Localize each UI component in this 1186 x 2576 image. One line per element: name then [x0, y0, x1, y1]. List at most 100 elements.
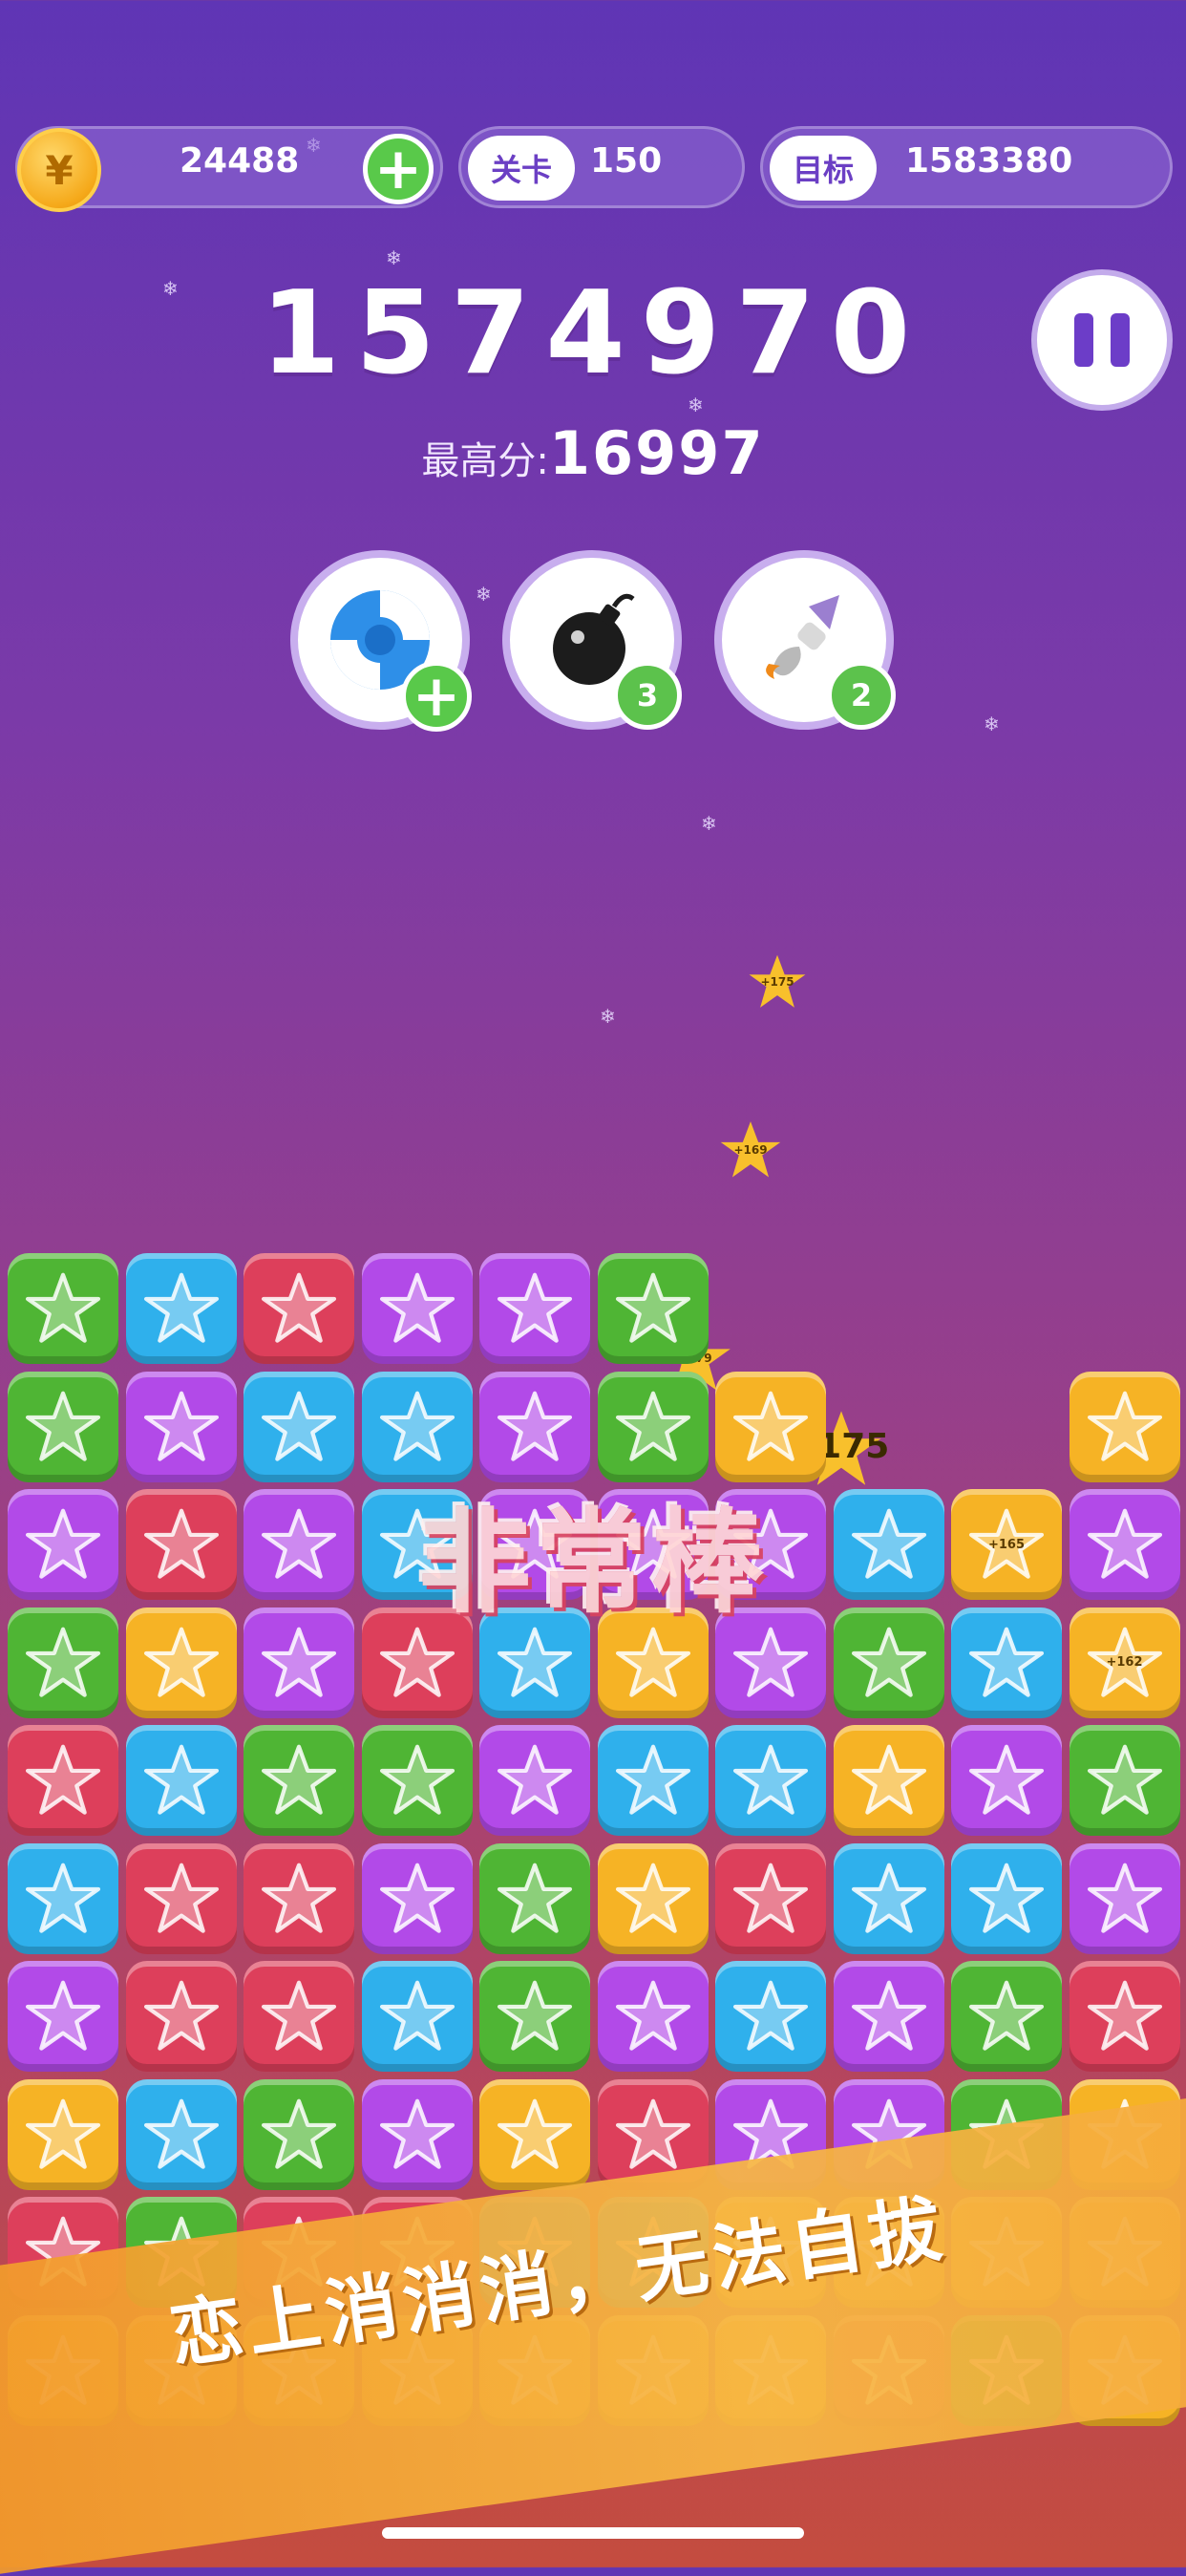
star-icon — [732, 1980, 809, 2051]
star-icon — [143, 1391, 219, 1461]
star-tile-yellow[interactable] — [1069, 1371, 1180, 1482]
star-tile-green[interactable] — [479, 1842, 590, 1954]
star-tile-purple[interactable] — [951, 1725, 1062, 1836]
star-tile-purple[interactable] — [8, 1961, 118, 2072]
floating-score: +175 — [760, 975, 794, 989]
star-tile-yellow[interactable] — [597, 1842, 709, 1954]
star-icon — [851, 1744, 926, 1815]
star-tile-blue[interactable] — [951, 1842, 1062, 1954]
star-tile-blue[interactable] — [597, 1725, 709, 1836]
star-icon — [851, 1980, 926, 2051]
star-icon — [732, 1627, 809, 1697]
add-coins-button[interactable]: + — [363, 134, 434, 204]
star-icon — [497, 2098, 573, 2169]
star-tile-red[interactable] — [715, 1842, 826, 1954]
level-value: 150 — [590, 141, 663, 181]
star-tile-purple[interactable] — [361, 2078, 473, 2190]
star-tile-blue[interactable] — [715, 1725, 826, 1836]
floating-score: +169 — [733, 1143, 768, 1157]
star-icon — [497, 1744, 573, 1815]
coin-symbol: ¥ — [45, 146, 74, 194]
star-tile-purple[interactable] — [479, 1253, 590, 1364]
star-tile-yellow[interactable] — [715, 1371, 826, 1482]
star-tile-green[interactable] — [951, 1961, 1062, 2072]
star-icon — [732, 1744, 809, 1815]
star-tile-purple[interactable] — [125, 1371, 237, 1482]
floating-star: +169 — [718, 1118, 783, 1182]
star-tile-purple[interactable] — [361, 1253, 473, 1364]
star-icon — [25, 1627, 101, 1697]
star-icon — [497, 1863, 573, 1933]
star-tile-green[interactable] — [8, 1371, 118, 1482]
star-tile-blue[interactable] — [833, 1842, 944, 1954]
star-icon — [497, 1627, 573, 1697]
star-tile-purple[interactable] — [1069, 1842, 1180, 1954]
star-tile-red[interactable] — [1069, 1961, 1180, 2072]
star-tile-yellow[interactable] — [479, 2078, 590, 2190]
star-icon — [379, 1744, 455, 1815]
level-label: 关卡 — [468, 136, 575, 201]
star-icon — [143, 1744, 219, 1815]
star-tile-red[interactable] — [125, 1961, 237, 2072]
star-tile-blue[interactable] — [361, 1961, 473, 2072]
star-tile-green[interactable] — [597, 1371, 709, 1482]
star-tile-yellow[interactable] — [833, 1725, 944, 1836]
star-tile-red[interactable] — [244, 1253, 354, 1364]
star-icon — [615, 1272, 690, 1343]
star-tile-green[interactable] — [597, 1253, 709, 1364]
star-icon — [615, 1863, 690, 1933]
star-tile-blue[interactable] — [125, 2078, 237, 2190]
star-icon — [851, 1627, 926, 1697]
star-icon — [25, 1863, 101, 1933]
star-tile-purple[interactable] — [361, 1842, 473, 1954]
star-tile-green[interactable] — [244, 2078, 354, 2190]
star-tile-purple[interactable] — [479, 1371, 590, 1482]
star-tile-green[interactable] — [479, 1961, 590, 2072]
star-icon — [497, 1980, 573, 2051]
star-tile-green[interactable] — [244, 1725, 354, 1836]
star-tile-green[interactable] — [1069, 1725, 1180, 1836]
star-icon — [25, 1980, 101, 2051]
star-icon — [379, 1627, 455, 1697]
floating-star: +175 — [747, 951, 808, 1012]
star-icon — [968, 1627, 1045, 1697]
star-icon — [968, 1744, 1045, 1815]
star-tile-blue[interactable] — [8, 1842, 118, 1954]
praise-text: 非常棒 — [417, 1497, 768, 1629]
star-icon — [615, 1391, 690, 1461]
pause-button[interactable] — [1031, 269, 1173, 411]
star-tile-blue[interactable] — [125, 1253, 237, 1364]
star-icon — [143, 1627, 219, 1697]
star-tile-purple[interactable] — [833, 1961, 944, 2072]
star-tile-blue[interactable] — [715, 1961, 826, 2072]
star-tile-blue[interactable] — [125, 1725, 237, 1836]
star-tile-red[interactable] — [8, 1725, 118, 1836]
star-icon — [497, 1391, 573, 1461]
tile-score: +162 — [1106, 1655, 1143, 1670]
star-icon — [615, 1980, 690, 2051]
coins-value: 24488 — [180, 141, 300, 181]
star-icon — [261, 1980, 337, 2051]
star-tile-blue[interactable] — [361, 1371, 473, 1482]
add-refresh-button[interactable]: + — [401, 661, 472, 732]
star-tile-yellow[interactable] — [8, 2078, 118, 2190]
star-tile-red[interactable] — [125, 1842, 237, 1954]
star-tile-green[interactable] — [8, 1253, 118, 1364]
star-tile-red[interactable] — [244, 1961, 354, 2072]
star-tile-purple[interactable] — [597, 1961, 709, 2072]
star-icon — [25, 1391, 101, 1461]
target-value: 1583380 — [905, 141, 1073, 181]
home-indicator[interactable] — [382, 2527, 804, 2539]
star-tile-red[interactable] — [244, 1842, 354, 1954]
star-icon — [261, 1863, 337, 1933]
star-icon — [379, 1391, 455, 1461]
star-icon — [143, 1863, 219, 1933]
star-icon — [379, 1863, 455, 1933]
star-icon — [143, 1980, 219, 2051]
star-tile-green[interactable] — [361, 1725, 473, 1836]
snowflake-icon: ❄ — [386, 246, 402, 269]
star-icon — [261, 1272, 337, 1343]
star-tile-purple[interactable] — [479, 1725, 590, 1836]
star-icon — [261, 1391, 337, 1461]
star-tile-blue[interactable] — [244, 1371, 354, 1482]
